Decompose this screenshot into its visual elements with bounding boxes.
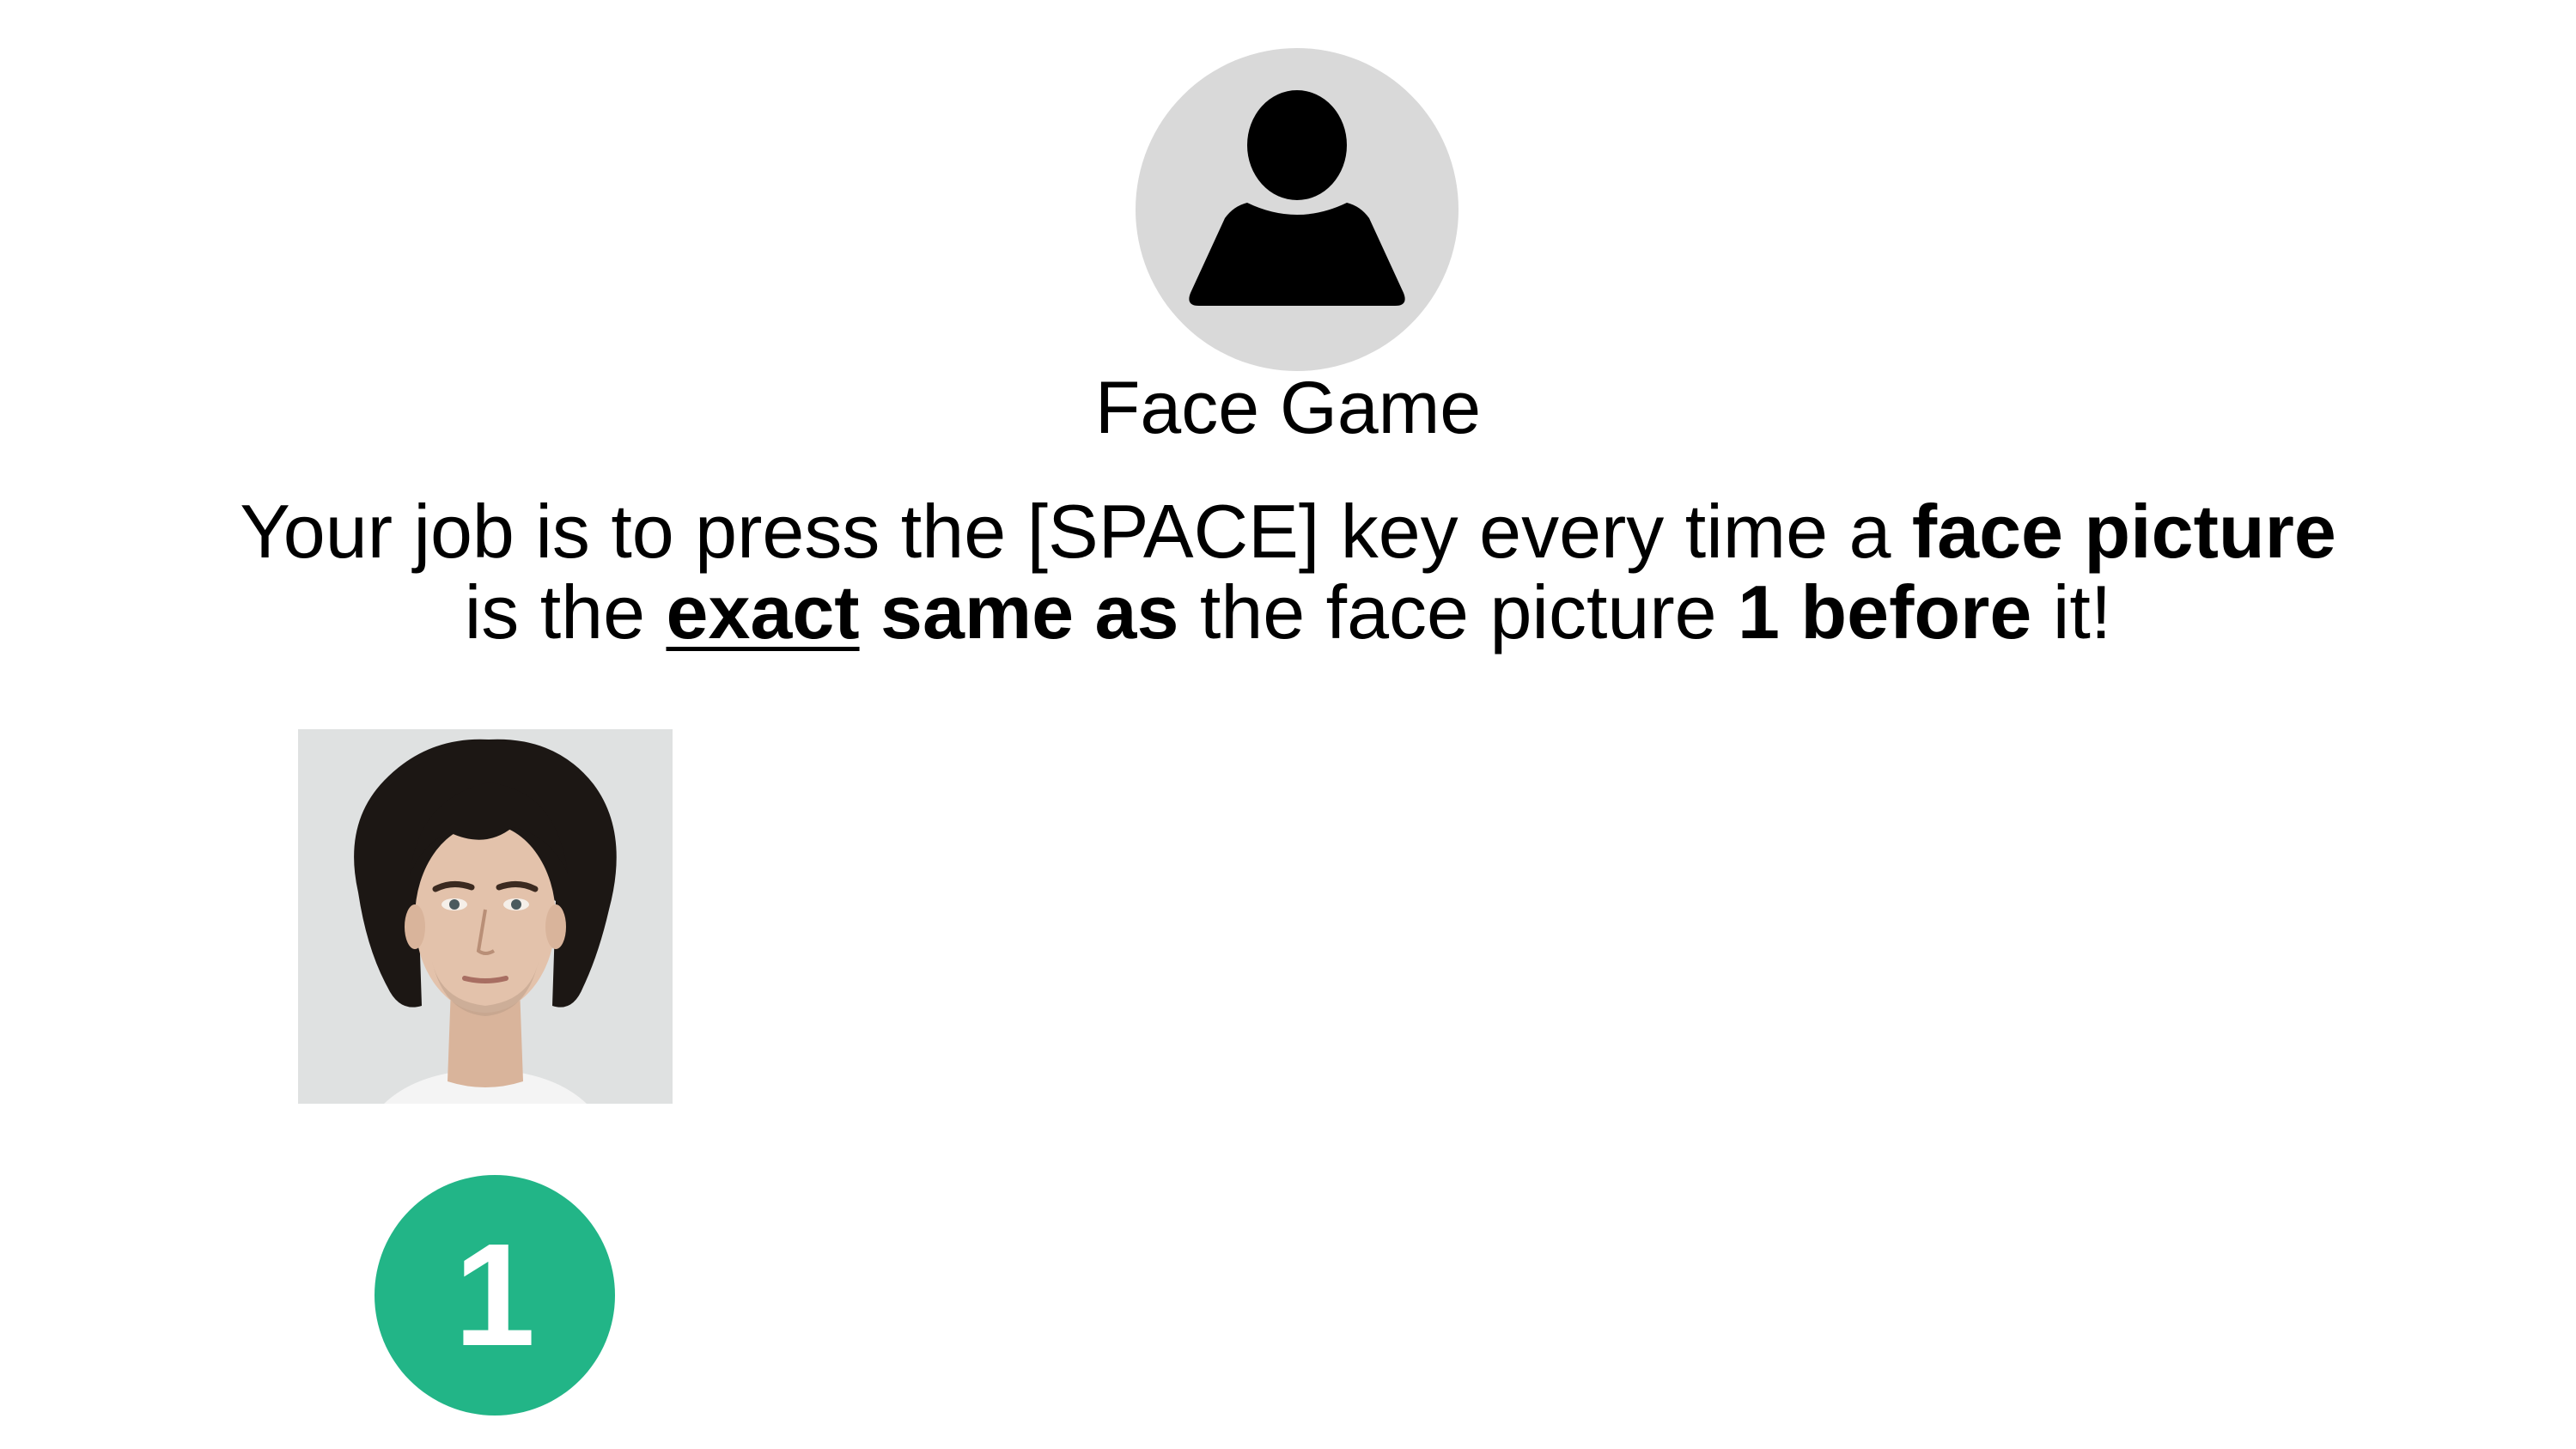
instructions-text-segment: Your job is to press the [SPACE] key eve… <box>240 489 1912 574</box>
instructions-underline: exact <box>666 569 860 654</box>
instructions-bold-underlined-segment: exact <box>667 569 860 654</box>
face-photo <box>298 729 673 1104</box>
instructions-text-segment: the face picture <box>1178 569 1739 654</box>
instructions-line-1: Your job is to press the [SPACE] key eve… <box>0 491 2576 572</box>
instructions-text-segment: is the <box>464 569 667 654</box>
face-photo-illustration <box>298 729 673 1104</box>
instructions-bold-segment: face picture <box>1911 489 2336 574</box>
avatar <box>1136 48 1459 371</box>
instructions-bold-segment: same as <box>880 569 1179 654</box>
user-silhouette-icon <box>1189 90 1405 306</box>
instructions-bold-segment: 1 before <box>1738 569 2032 654</box>
instructions-text-segment: it! <box>2031 569 2112 654</box>
game-title: Face Game <box>1094 367 1482 449</box>
instructions-text: Your job is to press the [SPACE] key eve… <box>0 491 2576 653</box>
position-badge: 1 <box>375 1175 615 1416</box>
instructions-text-segment <box>860 569 880 654</box>
instructions-line-2: is the exact same as the face picture 1 … <box>0 572 2576 653</box>
